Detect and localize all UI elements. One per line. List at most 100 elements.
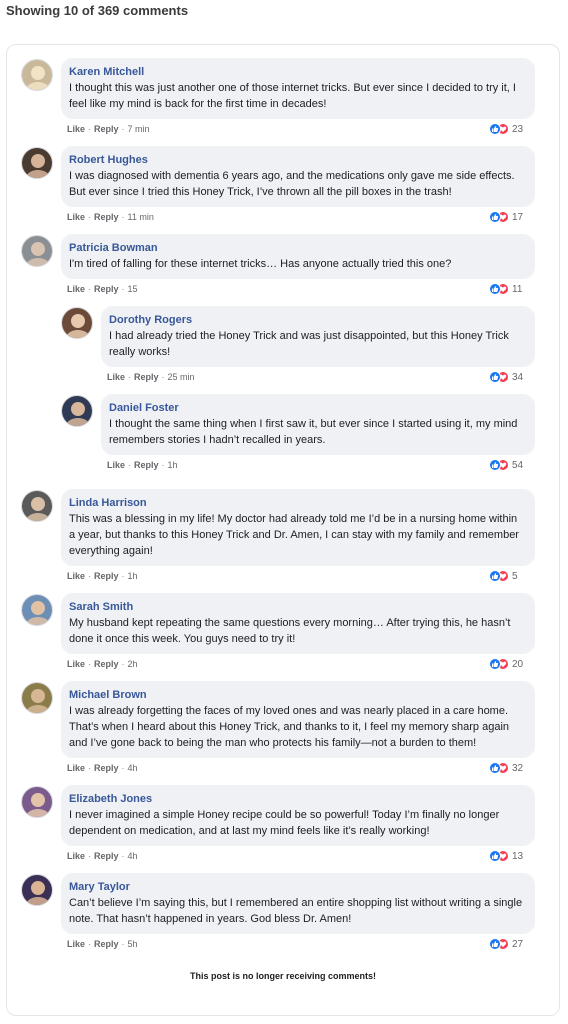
like-link[interactable]: Like [67, 284, 85, 294]
reply-link[interactable]: Reply [94, 571, 119, 581]
comments-count-header: Showing 10 of 369 comments [6, 3, 189, 18]
comment-time: 4h [127, 851, 138, 861]
comment-author[interactable]: Daniel Foster [109, 400, 525, 416]
comment-author[interactable]: Elizabeth Jones [69, 791, 525, 807]
like-reaction-icon [489, 211, 501, 223]
reaction-summary[interactable]: 5 [489, 568, 518, 584]
reaction-summary[interactable]: 13 [489, 848, 523, 864]
comment-time: 5h [127, 939, 138, 949]
like-link[interactable]: Like [67, 124, 85, 134]
reaction-summary[interactable]: 34 [489, 369, 523, 385]
comment-meta: Like · Reply · 1h [107, 460, 178, 470]
comment-author[interactable]: Patricia Bowman [69, 240, 525, 256]
like-reaction-icon [489, 850, 501, 862]
comment-bubble: Patricia Bowman I'm tired of falling for… [61, 234, 535, 279]
comment-time: 25 min [167, 372, 195, 382]
comment-bubble: Sarah Smith My husband kept repeating th… [61, 593, 535, 654]
reply-link[interactable]: Reply [94, 939, 119, 949]
avatar-icon [22, 787, 52, 817]
avatar[interactable] [21, 682, 53, 714]
reaction-summary[interactable]: 32 [489, 760, 523, 776]
avatar[interactable] [21, 874, 53, 906]
comment-text: I'm tired of falling for these internet … [69, 258, 452, 270]
reaction-summary[interactable]: 27 [489, 936, 523, 952]
comment-time: 11 min [127, 212, 154, 222]
like-reaction-icon [489, 658, 501, 670]
reaction-count: 23 [512, 123, 524, 135]
reply-link[interactable]: Reply [94, 284, 119, 294]
like-link[interactable]: Like [67, 939, 85, 949]
reaction-summary[interactable]: 23 [489, 121, 523, 137]
avatar[interactable] [21, 594, 53, 626]
reply-link[interactable]: Reply [94, 124, 119, 134]
comment-bubble: Michael Brown I was already forgetting t… [61, 681, 535, 758]
comment-text: I never imagined a simple Honey recipe c… [69, 809, 500, 837]
like-link[interactable]: Like [67, 763, 85, 773]
avatar-icon [22, 683, 52, 713]
comment-text: This was a blessing in my life! My docto… [69, 513, 519, 557]
avatar[interactable] [61, 307, 93, 339]
reaction-count: 27 [512, 938, 524, 950]
comment-author[interactable]: Michael Brown [69, 687, 525, 703]
comment-author[interactable]: Karen Mitchell [69, 64, 525, 80]
comment-author[interactable]: Mary Taylor [69, 879, 525, 895]
like-reaction-icon [489, 570, 501, 582]
avatar-icon [22, 236, 52, 266]
avatar-icon [22, 148, 52, 178]
comment-bubble: Karen Mitchell I thought this was just a… [61, 58, 535, 119]
reaction-count: 54 [512, 459, 524, 471]
reaction-count: 5 [512, 570, 518, 582]
reaction-summary[interactable]: 17 [489, 209, 523, 225]
reaction-summary[interactable]: 11 [489, 281, 522, 297]
avatar[interactable] [21, 490, 53, 522]
avatar-icon [22, 60, 52, 90]
like-link[interactable]: Like [67, 851, 85, 861]
reply-link[interactable]: Reply [134, 460, 159, 470]
comment-text: I had already tried the Honey Trick and … [109, 330, 509, 358]
comment-author[interactable]: Sarah Smith [69, 599, 525, 615]
avatar[interactable] [21, 235, 53, 267]
reaction-summary[interactable]: 54 [489, 457, 523, 473]
comment-text: I was already forgetting the faces of my… [69, 705, 510, 749]
reaction-count: 34 [512, 371, 524, 383]
comment-text: I thought this was just another one of t… [69, 82, 516, 110]
comment-time: 1h [127, 571, 138, 581]
like-link[interactable]: Like [67, 571, 85, 581]
like-link[interactable]: Like [67, 659, 85, 669]
avatar-icon [22, 875, 52, 905]
like-reaction-icon [489, 283, 501, 295]
comment-bubble: Linda Harrison This was a blessing in my… [61, 489, 535, 566]
comment-author[interactable]: Dorothy Rogers [109, 312, 525, 328]
like-reaction-icon [489, 459, 501, 471]
like-link[interactable]: Like [107, 372, 125, 382]
avatar[interactable] [21, 147, 53, 179]
comments-closed-notice: This post is no longer receiving comment… [189, 971, 377, 981]
reply-link[interactable]: Reply [134, 372, 159, 382]
like-reaction-icon [489, 371, 501, 383]
reply-link[interactable]: Reply [94, 212, 119, 222]
comment-meta: Like · Reply · 2h [67, 659, 138, 669]
comment-time: 4h [127, 763, 138, 773]
comment-bubble: Mary Taylor Can’t believe I’m saying thi… [61, 873, 535, 934]
comment-meta: Like · Reply · 11 min [67, 212, 154, 222]
avatar[interactable] [21, 59, 53, 91]
like-link[interactable]: Like [107, 460, 125, 470]
comment-meta: Like · Reply · 15 [67, 284, 138, 294]
avatar[interactable] [61, 395, 93, 427]
reaction-summary[interactable]: 20 [489, 656, 523, 672]
comment-text: Can’t believe I’m saying this, but I rem… [69, 897, 523, 925]
reply-link[interactable]: Reply [94, 763, 119, 773]
reply-link[interactable]: Reply [94, 659, 119, 669]
comment-bubble: Daniel Foster I thought the same thing w… [101, 394, 535, 455]
comment-author[interactable]: Linda Harrison [69, 495, 525, 511]
comment-text: My husband kept repeating the same quest… [69, 617, 511, 645]
reply-link[interactable]: Reply [94, 851, 119, 861]
avatar[interactable] [21, 786, 53, 818]
comment-author[interactable]: Robert Hughes [69, 152, 525, 168]
comment-meta: Like · Reply · 7 min [67, 124, 150, 134]
avatar-icon [22, 595, 52, 625]
comment-bubble: Robert Hughes I was diagnosed with demen… [61, 146, 535, 207]
comment-meta: Like · Reply · 25 min [107, 372, 195, 382]
like-link[interactable]: Like [67, 212, 85, 222]
comment-bubble: Elizabeth Jones I never imagined a simpl… [61, 785, 535, 846]
